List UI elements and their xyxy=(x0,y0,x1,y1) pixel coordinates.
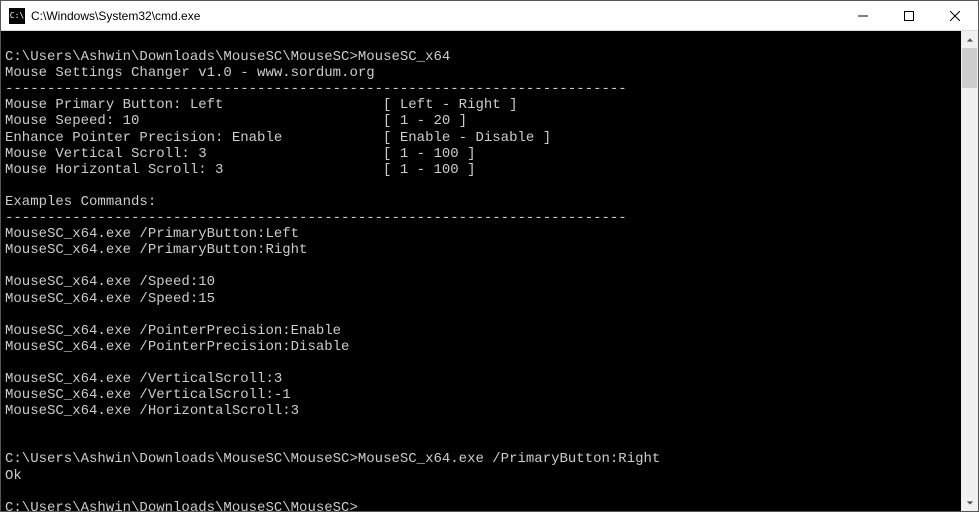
window-title: C:\Windows\System32\cmd.exe xyxy=(31,9,840,23)
example-line: MouseSC_x64.exe /VerticalScroll:3 xyxy=(5,371,282,387)
example-line: MouseSC_x64.exe /PrimaryButton:Right xyxy=(5,242,307,258)
prompt-3: C:\Users\Ashwin\Downloads\MouseSC\MouseS… xyxy=(5,500,358,511)
setting-pointer-precision: Enhance Pointer Precision: Enable [ Enab… xyxy=(5,130,551,146)
scroll-up-button[interactable] xyxy=(961,31,978,48)
minimize-icon xyxy=(858,11,868,21)
blank-line xyxy=(5,33,13,49)
close-button[interactable] xyxy=(932,1,978,30)
setting-horizontal-scroll: Mouse Horizontal Scroll: 3 [ 1 - 100 ] xyxy=(5,162,475,178)
divider: ----------------------------------------… xyxy=(5,210,627,226)
example-line: MouseSC_x64.exe /PrimaryButton:Left xyxy=(5,226,299,242)
prompt-1: C:\Users\Ashwin\Downloads\MouseSC\MouseS… xyxy=(5,49,358,65)
example-line: MouseSC_x64.exe /Speed:15 xyxy=(5,291,215,307)
setting-primary-button: Mouse Primary Button: Left [ Left - Righ… xyxy=(5,97,517,113)
app-header: Mouse Settings Changer v1.0 - www.sordum… xyxy=(5,65,375,81)
example-line: MouseSC_x64.exe /Speed:10 xyxy=(5,274,215,290)
example-line: MouseSC_x64.exe /HorizontalScroll:3 xyxy=(5,403,299,419)
terminal-container: C:\Users\Ashwin\Downloads\MouseSC\MouseS… xyxy=(1,31,978,511)
chevron-down-icon xyxy=(966,499,974,507)
maximize-icon xyxy=(904,11,914,21)
divider: ----------------------------------------… xyxy=(5,81,627,97)
setting-speed: Mouse Sepeed: 10 [ 1 - 20 ] xyxy=(5,113,467,129)
scrollbar-thumb[interactable] xyxy=(962,48,977,88)
example-line: MouseSC_x64.exe /PointerPrecision:Enable xyxy=(5,323,341,339)
chevron-up-icon xyxy=(966,36,974,44)
examples-header: Examples Commands: xyxy=(5,194,156,210)
close-icon xyxy=(950,11,960,21)
minimize-button[interactable] xyxy=(840,1,886,30)
scroll-down-button[interactable] xyxy=(961,494,978,511)
setting-vertical-scroll: Mouse Vertical Scroll: 3 [ 1 - 100 ] xyxy=(5,146,475,162)
cmd-window: C:\ C:\Windows\System32\cmd.exe C:\Users… xyxy=(0,0,979,512)
command-2: MouseSC_x64.exe /PrimaryButton:Right xyxy=(358,451,660,467)
result-ok: Ok xyxy=(5,468,22,484)
prompt-2: C:\Users\Ashwin\Downloads\MouseSC\MouseS… xyxy=(5,451,358,467)
titlebar[interactable]: C:\ C:\Windows\System32\cmd.exe xyxy=(1,1,978,31)
vertical-scrollbar[interactable] xyxy=(961,31,978,511)
window-controls xyxy=(840,1,978,30)
example-line: MouseSC_x64.exe /VerticalScroll:-1 xyxy=(5,387,291,403)
example-line: MouseSC_x64.exe /PointerPrecision:Disabl… xyxy=(5,339,349,355)
cmd-icon: C:\ xyxy=(9,8,25,24)
terminal-output[interactable]: C:\Users\Ashwin\Downloads\MouseSC\MouseS… xyxy=(1,31,961,511)
maximize-button[interactable] xyxy=(886,1,932,30)
command-1: MouseSC_x64 xyxy=(358,49,450,65)
